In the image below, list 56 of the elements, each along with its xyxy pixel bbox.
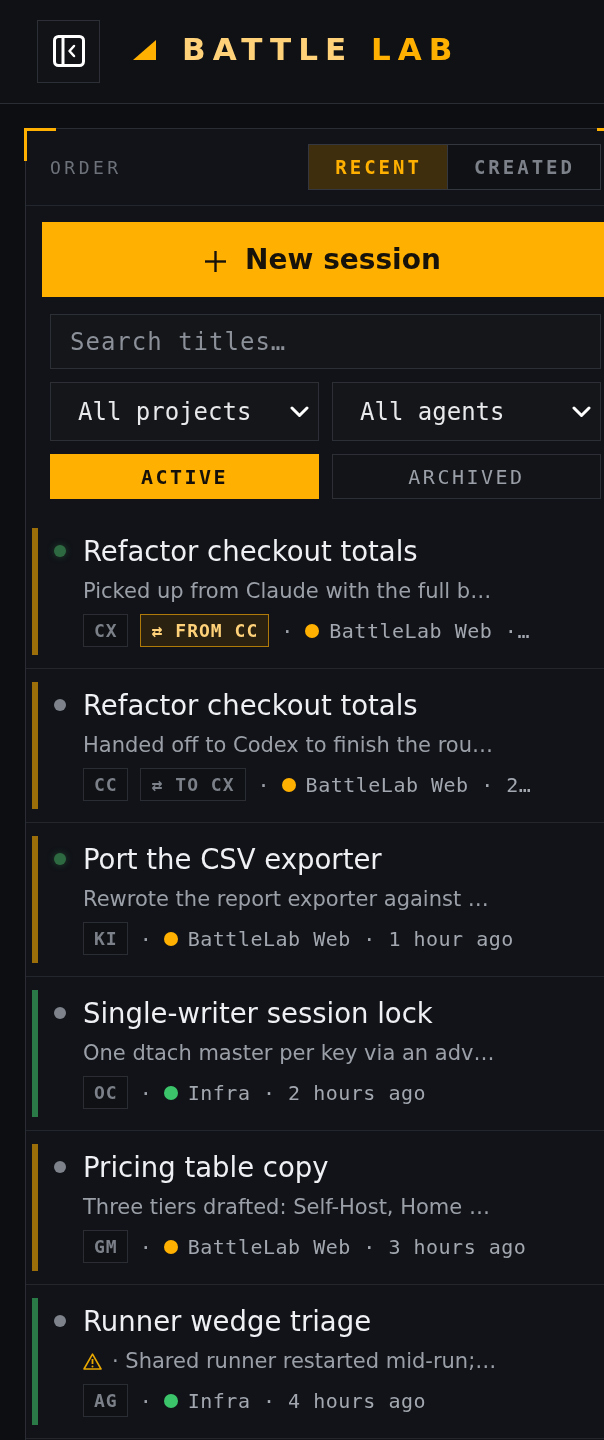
agent-badge: AG <box>83 1384 128 1417</box>
session-item[interactable]: Single-writer session lock One dtach master per key via an adv… OC · Infra · 2 hours ago <box>26 977 604 1131</box>
session-item[interactable]: Runner wedge triage · Shared runner restarted mid-run;… AG · Infra · 4 hours ago <box>26 1285 604 1439</box>
meta-separator: · <box>281 618 294 643</box>
collapse-sidebar-button[interactable] <box>37 19 100 83</box>
meta-separator: · <box>139 1080 152 1105</box>
plus-icon <box>205 250 227 272</box>
agent-badge: CC <box>83 768 128 801</box>
session-item[interactable]: Pricing table copy Three tiers drafted: Self-Host, Home … GM · BattleLab Web · 3 hours ago <box>26 1131 604 1285</box>
session-summary: One dtach master per key via an adv… <box>83 1040 495 1067</box>
corner-bracket-icon <box>597 128 604 131</box>
agent-badge: GM <box>83 1230 128 1263</box>
agent-badge: KI <box>83 922 128 955</box>
meta-separator: · <box>139 926 152 951</box>
session-title: Port the CSV exporter <box>83 842 383 877</box>
handoff-badge: ⇄ FROM CC <box>139 614 270 647</box>
meta-separator: · <box>139 1234 152 1259</box>
session-title: Single-writer session lock <box>83 996 434 1031</box>
session-title: Runner wedge triage <box>83 1304 373 1339</box>
corner-bracket-icon <box>24 128 56 161</box>
session-title: Refactor checkout totals <box>83 688 419 723</box>
session-details: BattleLab Web · 3 hours ago <box>187 1234 527 1259</box>
order-label: ORDER <box>50 156 122 178</box>
session-summary: Picked up from Claude with the full b… <box>83 578 492 605</box>
status-tab[interactable]: ACTIVE <box>50 454 319 499</box>
app-title: BATTLE LAB <box>182 29 460 69</box>
agent-badge: CX <box>83 614 128 647</box>
new-session-button[interactable]: New session <box>42 222 604 297</box>
agent-badge: OC <box>83 1076 128 1109</box>
session-item[interactable]: Port the CSV exporter Rewrote the report exporter against … KI · BattleLab Web · 1 hour ago <box>26 823 604 977</box>
session-details: Infra · 4 hours ago <box>187 1388 426 1413</box>
session-item[interactable]: Refactor checkout totals Picked up from Claude with the full b… CX ⇄ FROM CC · BattleLab Web ·… <box>26 515 604 669</box>
sort-option[interactable]: CREATED <box>446 145 600 189</box>
chevron-down-icon <box>290 405 309 418</box>
session-item[interactable]: Refactor checkout totals Handed off to Codex to finish the rou… CC ⇄ TO CX · BattleLab Web · 2… <box>26 669 604 823</box>
filter-dropdown[interactable]: All agents <box>332 382 601 441</box>
session-title: Refactor checkout totals <box>83 534 419 569</box>
triangle-logo-icon <box>133 40 156 60</box>
meta-separator: · <box>257 772 270 797</box>
session-summary: · Shared runner restarted mid-run;… <box>112 1348 497 1375</box>
chevron-down-icon <box>572 405 591 418</box>
session-details: BattleLab Web · 2… <box>305 772 532 797</box>
session-summary: Rewrote the report exporter against … <box>83 886 489 913</box>
handoff-badge: ⇄ TO CX <box>139 768 246 801</box>
sort-option[interactable]: RECENT <box>309 145 447 189</box>
sidebar-collapse-icon <box>52 35 85 67</box>
meta-separator: · <box>139 1388 152 1413</box>
status-tab[interactable]: ARCHIVED <box>332 454 601 499</box>
session-details: BattleLab Web · 1 hour ago <box>187 926 514 951</box>
session-summary: Three tiers drafted: Self-Host, Home … <box>83 1194 490 1221</box>
session-summary: Handed off to Codex to finish the rou… <box>83 732 493 759</box>
session-title: Pricing table copy <box>83 1150 330 1185</box>
search-field[interactable]: Search titles… <box>50 314 601 369</box>
session-details: BattleLab Web ·… <box>329 618 530 643</box>
filter-dropdown[interactable]: All projects <box>50 382 319 441</box>
session-details: Infra · 2 hours ago <box>187 1080 426 1105</box>
